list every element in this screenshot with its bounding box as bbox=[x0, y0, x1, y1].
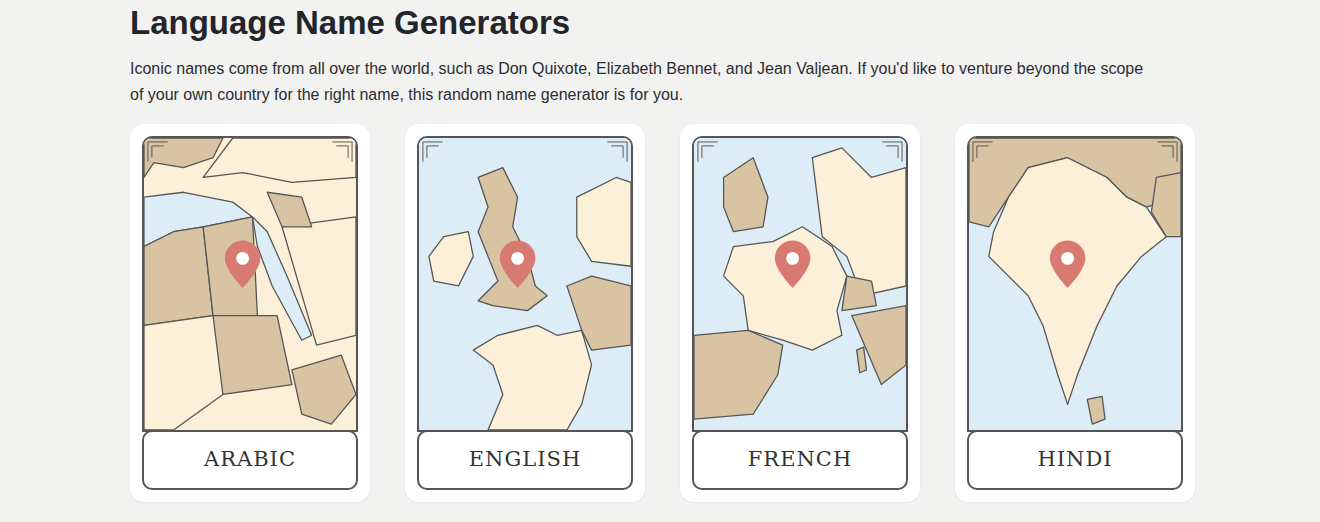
map-pin-icon bbox=[775, 241, 810, 288]
language-card[interactable]: FRENCH bbox=[680, 124, 920, 502]
card-label: HINDI bbox=[967, 430, 1183, 490]
language-card[interactable]: ENGLISH bbox=[405, 124, 645, 502]
map-icon bbox=[694, 138, 906, 430]
card-label: ARABIC bbox=[142, 430, 358, 490]
page: Language Name Generators Iconic names com… bbox=[0, 0, 1320, 522]
card-label: ENGLISH bbox=[417, 430, 633, 490]
intro-text: Iconic names come from all over the worl… bbox=[130, 56, 1150, 108]
map-frame bbox=[417, 136, 633, 432]
map-frame bbox=[142, 136, 358, 432]
card-grid: ARABIC ENGLISH FRENCH HINDI bbox=[130, 124, 1320, 502]
map-icon bbox=[969, 138, 1181, 430]
language-card[interactable]: ARABIC bbox=[130, 124, 370, 502]
map-pin-icon bbox=[500, 241, 535, 288]
page-title: Language Name Generators bbox=[130, 2, 1320, 44]
map-icon bbox=[419, 138, 631, 430]
map-pin-icon bbox=[225, 241, 260, 288]
map-frame bbox=[967, 136, 1183, 432]
ornament-icon bbox=[423, 142, 627, 162]
language-card[interactable]: HINDI bbox=[955, 124, 1195, 502]
ornament-icon bbox=[148, 142, 352, 162]
ornament-icon bbox=[698, 142, 902, 162]
ornament-icon bbox=[973, 142, 1177, 162]
map-pin-icon bbox=[1050, 241, 1085, 288]
map-icon bbox=[144, 138, 356, 430]
card-label: FRENCH bbox=[692, 430, 908, 490]
map-frame bbox=[692, 136, 908, 432]
